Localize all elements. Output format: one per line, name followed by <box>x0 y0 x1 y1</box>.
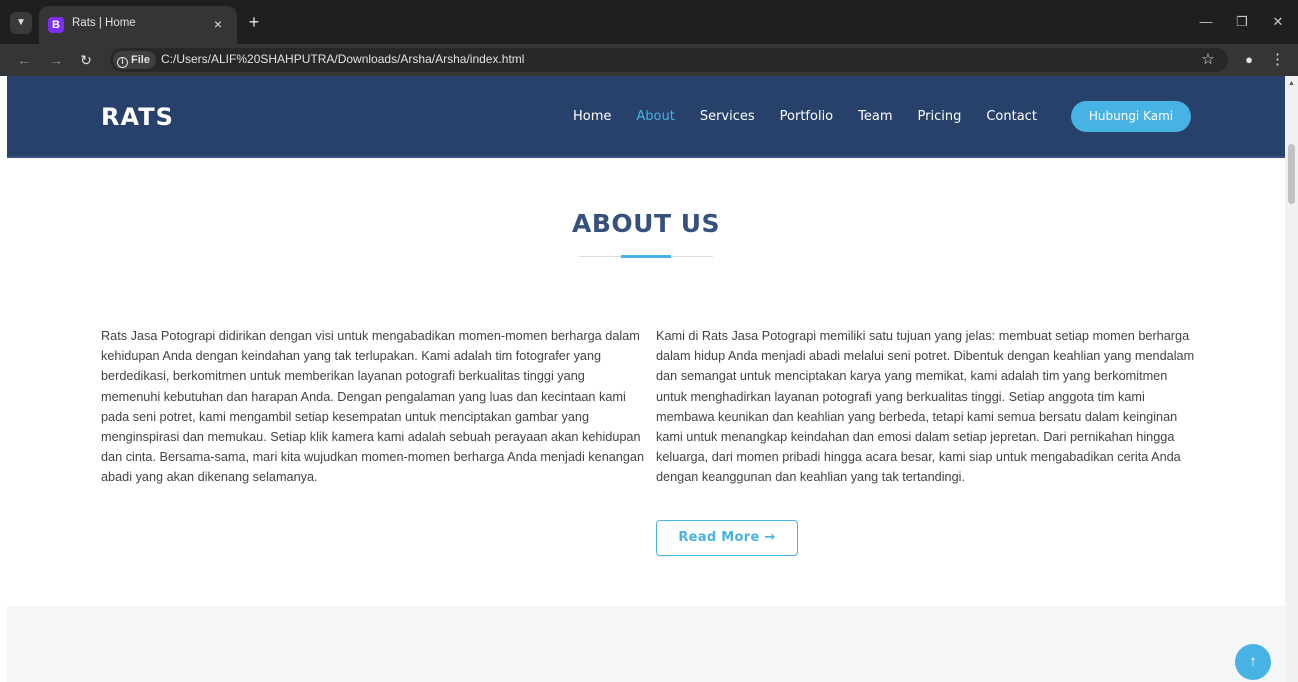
info-icon: i <box>117 57 128 68</box>
restore-icon[interactable]: ❐ <box>1232 12 1252 32</box>
chevron-down-icon[interactable]: ▼ <box>10 12 32 34</box>
site-logo[interactable]: RATS <box>101 102 174 132</box>
arrow-up-icon[interactable]: ↑ <box>1235 644 1271 680</box>
browser-toolbar: ← → ↻ i File C:/Users/ALIF%20SHAHPUTRA/Do… <box>0 44 1298 76</box>
url-text[interactable]: C:/Users/ALIF%20SHAHPUTRA/Downloads/Arsh… <box>161 52 524 66</box>
page-scrollbar[interactable]: ▲ <box>1285 76 1298 682</box>
close-icon[interactable]: × <box>209 15 227 33</box>
page-viewport: RATS Home About Services Portfolio Team … <box>7 76 1285 682</box>
scrollbar-thumb[interactable] <box>1288 144 1295 204</box>
nav-contact[interactable]: Contact <box>986 101 1037 133</box>
profile-icon[interactable]: ● <box>1240 51 1258 69</box>
nav-about[interactable]: About <box>636 101 674 133</box>
browser-tab[interactable]: B Rats | Home × <box>39 6 237 44</box>
tab-title: Rats | Home <box>72 17 136 29</box>
star-icon[interactable]: ☆ <box>1198 50 1218 70</box>
title-accent-bar <box>621 255 671 258</box>
main-nav: Home About Services Portfolio Team Prici… <box>573 101 1062 133</box>
arrow-left-icon[interactable]: ← <box>14 50 34 70</box>
arrow-right-icon[interactable]: → <box>46 50 66 70</box>
scroll-up-icon[interactable]: ▲ <box>1285 78 1298 90</box>
kebab-menu-icon[interactable]: ⋮ <box>1270 50 1285 70</box>
minimize-icon[interactable]: — <box>1196 12 1216 32</box>
about-left-paragraph: Rats Jasa Potograpi didirikan dengan vis… <box>101 329 645 485</box>
nav-team[interactable]: Team <box>858 101 892 133</box>
site-header: RATS Home About Services Portfolio Team … <box>7 76 1285 158</box>
read-more-button[interactable]: Read More → <box>656 520 798 556</box>
site-info-chip[interactable]: i File <box>113 51 156 69</box>
nav-pricing[interactable]: Pricing <box>918 101 962 133</box>
nav-home[interactable]: Home <box>573 101 611 133</box>
new-tab-button[interactable]: + <box>244 12 264 32</box>
address-bar[interactable]: i File C:/Users/ALIF%20SHAHPUTRA/Download… <box>110 48 1228 72</box>
next-section-bg <box>7 606 1285 682</box>
hubungi-kami-button[interactable]: Hubungi Kami <box>1071 101 1191 132</box>
reload-icon[interactable]: ↻ <box>76 50 96 70</box>
about-right-paragraph: Kami di Rats Jasa Potograpi memiliki sat… <box>656 329 1195 485</box>
window-close-icon[interactable]: ✕ <box>1268 12 1288 32</box>
nav-portfolio[interactable]: Portfolio <box>780 101 833 133</box>
section-title: ABOUT US <box>571 209 721 238</box>
tab-favicon-icon: B <box>48 17 64 33</box>
browser-tab-bar: ▼ B Rats | Home × + — ❐ ✕ <box>0 0 1298 44</box>
nav-services[interactable]: Services <box>700 101 755 133</box>
scheme-label: File <box>131 54 150 66</box>
